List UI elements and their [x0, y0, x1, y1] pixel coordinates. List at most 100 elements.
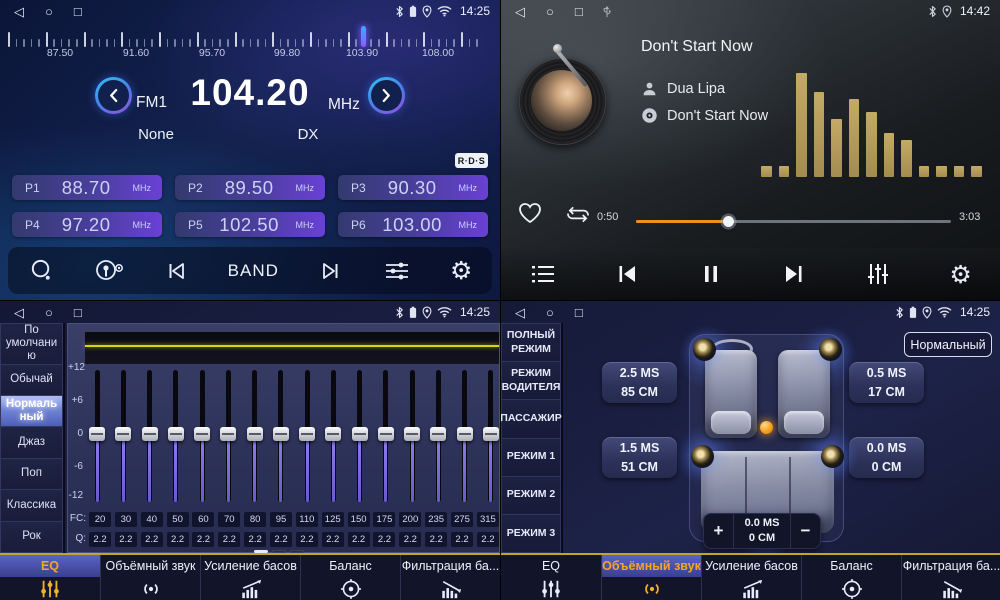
back-button[interactable]: ◁ — [14, 5, 24, 18]
eq-preset-2[interactable]: Обычай — [0, 365, 63, 396]
fc-value[interactable]: 275 — [451, 512, 473, 527]
mode-item-5[interactable]: РЕЖИМ 2 — [501, 477, 561, 515]
eq-band-slider[interactable] — [194, 370, 210, 502]
q-value[interactable]: 2.2 — [270, 532, 292, 547]
settings-gear-icon[interactable]: ⚙ — [450, 258, 472, 283]
tab-surround[interactable]: Объёмный звук — [100, 555, 200, 600]
fc-value[interactable]: 30 — [115, 512, 137, 527]
q-value[interactable]: 2.2 — [296, 532, 318, 547]
radio-preset-p6[interactable]: P6103.00MHz — [338, 212, 488, 237]
delay-rear-right-button[interactable]: 0.0 MS 0 CM — [849, 437, 924, 478]
audio-settings-icon[interactable] — [383, 259, 411, 283]
slider-handle[interactable] — [220, 427, 236, 441]
profile-button[interactable]: Нормальный — [904, 332, 992, 357]
recents-button[interactable]: □ — [575, 306, 583, 319]
favorite-heart-icon[interactable] — [517, 201, 543, 225]
seek-next-icon[interactable] — [318, 259, 344, 283]
playlist-icon[interactable] — [530, 262, 556, 286]
eq-band-slider[interactable] — [89, 370, 105, 502]
eq-band-slider[interactable] — [142, 370, 158, 502]
fc-value[interactable]: 125 — [322, 512, 344, 527]
tab-bass-boost[interactable]: Усиление басов — [701, 555, 801, 600]
fc-value[interactable]: 150 — [348, 512, 370, 527]
eq-band-slider[interactable] — [168, 370, 184, 502]
slider-handle[interactable] — [430, 427, 446, 441]
fc-value[interactable]: 20 — [89, 512, 111, 527]
progress-thumb[interactable] — [723, 216, 734, 227]
eq-preset-1[interactable]: По умолчанию — [0, 323, 63, 365]
equalizer-icon[interactable] — [865, 261, 891, 287]
next-track-icon[interactable] — [781, 262, 807, 286]
tab-filter[interactable]: Фильтрация ба... — [901, 555, 1000, 600]
tab-bass-boost[interactable]: Усиление басов — [200, 555, 300, 600]
slider-handle[interactable] — [378, 427, 394, 441]
slider-handle[interactable] — [273, 427, 289, 441]
home-button[interactable]: ○ — [546, 306, 554, 319]
back-button[interactable]: ◁ — [515, 5, 525, 18]
previous-track-icon[interactable] — [614, 262, 640, 286]
tab-filter[interactable]: Фильтрация ба... — [400, 555, 500, 600]
slider-handle[interactable] — [115, 427, 131, 441]
recents-button[interactable]: □ — [575, 5, 583, 18]
fc-value[interactable]: 200 — [399, 512, 421, 527]
decrease-button[interactable]: − — [790, 514, 820, 548]
q-value[interactable]: 2.2 — [141, 532, 163, 547]
q-value[interactable]: 2.2 — [218, 532, 240, 547]
eq-preset-6[interactable]: Классика — [0, 490, 63, 521]
speaker-rear-right-icon[interactable] — [821, 445, 844, 468]
mode-item-6[interactable]: РЕЖИМ 3 — [501, 515, 561, 553]
q-value[interactable]: 2.2 — [322, 532, 344, 547]
tab-balance[interactable]: Баланс — [801, 555, 901, 600]
q-value[interactable]: 2.2 — [89, 532, 111, 547]
radio-scale-ticks[interactable] — [8, 29, 486, 47]
radio-preset-p1[interactable]: P188.70MHz — [12, 175, 162, 200]
tab-balance[interactable]: Баланс — [300, 555, 400, 600]
settings-gear-icon[interactable]: ⚙ — [949, 262, 971, 287]
eq-preset-3[interactable]: Нормальный — [0, 396, 63, 427]
q-value[interactable]: 2.2 — [477, 532, 499, 547]
home-button[interactable]: ○ — [45, 5, 53, 18]
eq-band-slider[interactable] — [352, 370, 368, 502]
slider-handle[interactable] — [404, 427, 420, 441]
tab-surround[interactable]: Объёмный звук — [601, 555, 701, 600]
slider-handle[interactable] — [352, 427, 368, 441]
q-value[interactable]: 2.2 — [373, 532, 395, 547]
recents-button[interactable]: □ — [74, 5, 82, 18]
pause-icon[interactable] — [699, 262, 723, 286]
slider-handle[interactable] — [168, 427, 184, 441]
eq-band-slider[interactable] — [325, 370, 341, 502]
tune-down-button[interactable] — [95, 77, 132, 114]
mode-item-2[interactable]: РЕЖИМ ВОДИТЕЛЯ — [501, 362, 561, 400]
increase-button[interactable]: + — [704, 514, 734, 548]
back-button[interactable]: ◁ — [515, 306, 525, 319]
pty-icon[interactable] — [94, 258, 124, 284]
eq-band-slider[interactable] — [457, 370, 473, 502]
fc-value[interactable]: 95 — [270, 512, 292, 527]
q-value[interactable]: 2.2 — [348, 532, 370, 547]
progress-bar[interactable] — [636, 220, 951, 223]
delay-front-right-button[interactable]: 0.5 MS 17 CM — [849, 362, 924, 403]
mode-item-1[interactable]: ПОЛНЫЙ РЕЖИМ — [501, 323, 561, 362]
eq-band-slider[interactable] — [115, 370, 131, 502]
eq-band-slider[interactable] — [483, 370, 499, 502]
tune-up-button[interactable] — [368, 77, 405, 114]
eq-preset-7[interactable]: Рок — [0, 522, 63, 553]
speaker-front-right-icon[interactable] — [819, 338, 842, 361]
slider-handle[interactable] — [142, 427, 158, 441]
slider-handle[interactable] — [483, 427, 499, 441]
delay-rear-left-button[interactable]: 1.5 MS 51 CM — [602, 437, 677, 478]
slider-handle[interactable] — [247, 427, 263, 441]
fc-value[interactable]: 40 — [141, 512, 163, 527]
tab-eq[interactable]: EQ — [0, 555, 100, 600]
delay-front-left-button[interactable]: 2.5 MS 85 CM — [602, 362, 677, 403]
speaker-front-left-icon[interactable] — [693, 338, 716, 361]
eq-band-slider[interactable] — [378, 370, 394, 502]
repeat-icon[interactable] — [563, 203, 593, 226]
tab-eq[interactable]: EQ — [501, 555, 601, 600]
q-value[interactable]: 2.2 — [115, 532, 137, 547]
eq-band-slider[interactable] — [220, 370, 236, 502]
eq-band-slider[interactable] — [273, 370, 289, 502]
q-value[interactable]: 2.2 — [192, 532, 214, 547]
eq-preset-5[interactable]: Поп — [0, 459, 63, 490]
q-value[interactable]: 2.2 — [167, 532, 189, 547]
